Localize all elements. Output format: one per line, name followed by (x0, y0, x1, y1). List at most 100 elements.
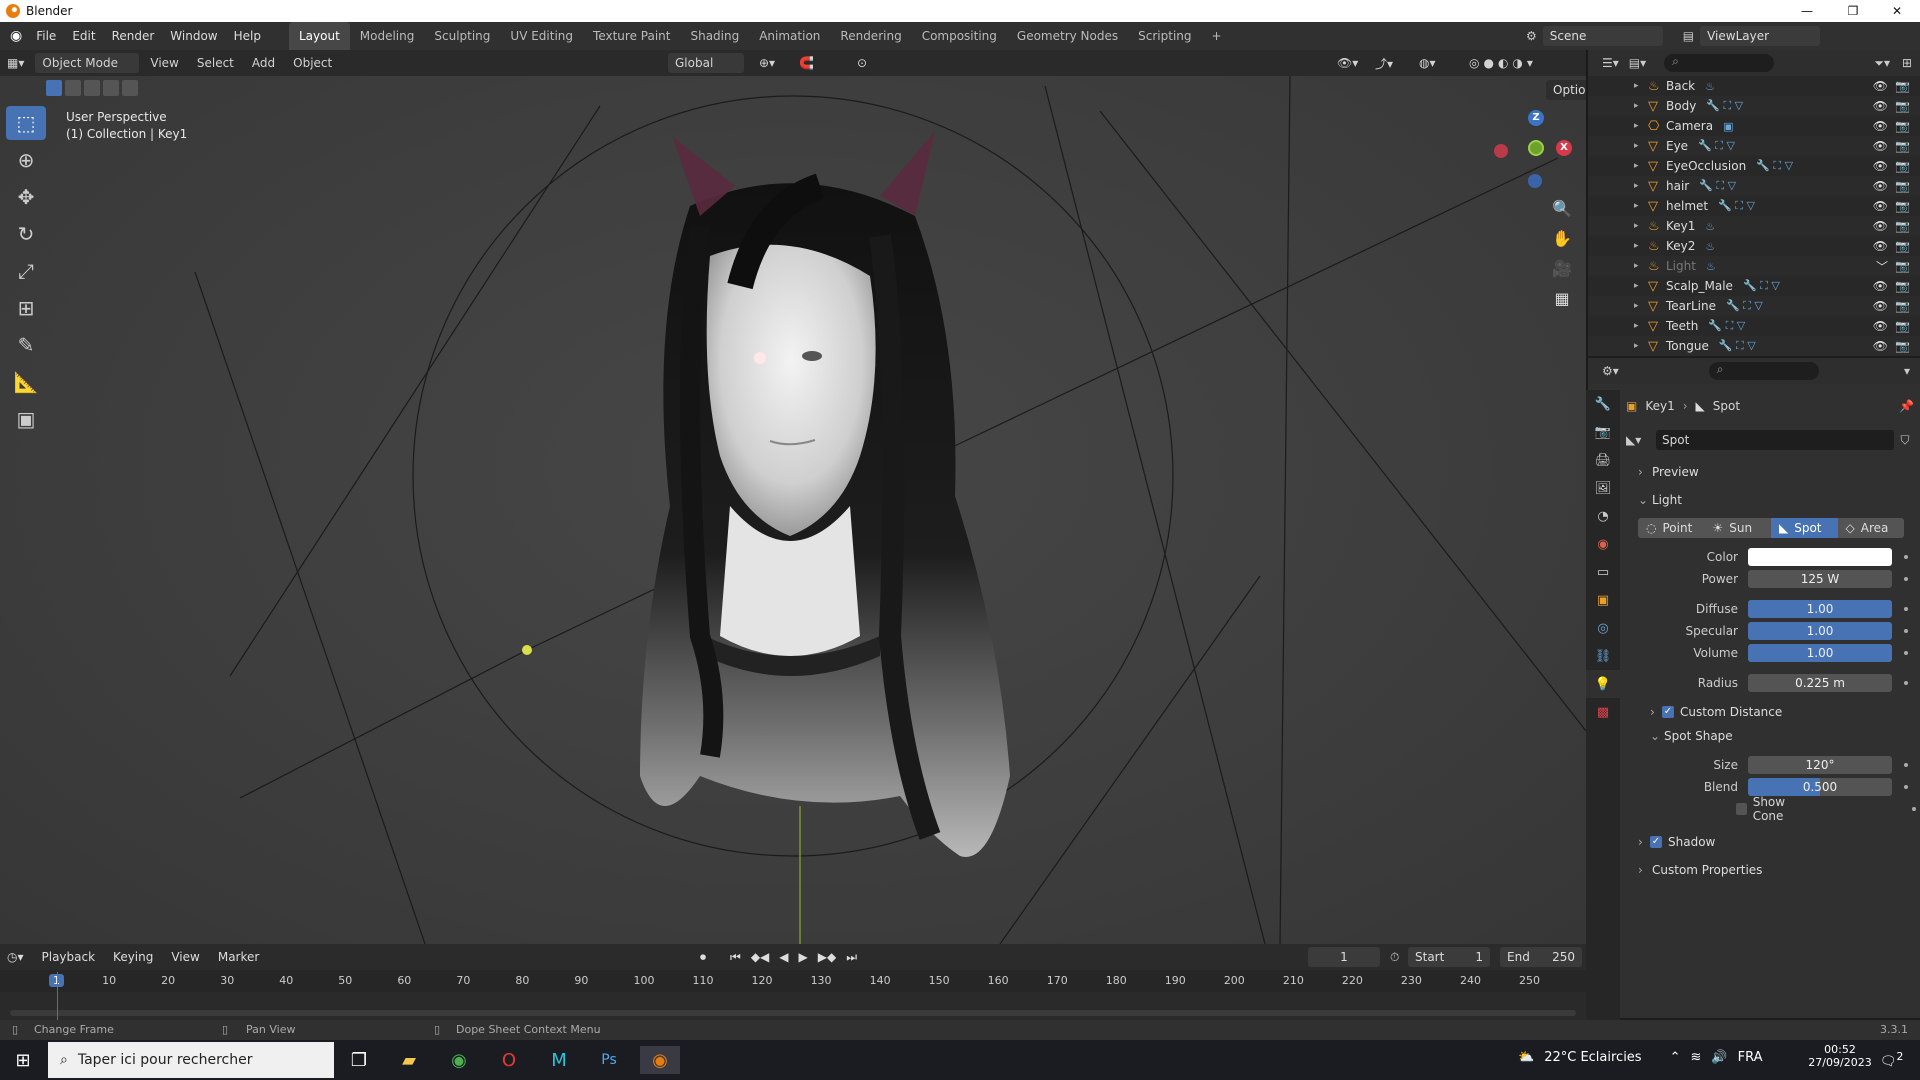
viewlayer-selector[interactable]: ViewLayer (1700, 26, 1821, 46)
tab-geometry-nodes[interactable]: Geometry Nodes (1007, 22, 1128, 50)
blend-slider[interactable]: 0.500 (1748, 778, 1892, 796)
gizmo-y-axis[interactable] (1528, 140, 1544, 156)
show-cone-checkbox[interactable] (1735, 803, 1747, 815)
menu-window[interactable]: Window (162, 22, 225, 50)
disable-render-icon[interactable]: 📷 (1895, 219, 1910, 233)
select-new-icon[interactable] (46, 80, 62, 96)
current-frame-field[interactable]: 1 (1308, 947, 1380, 967)
menu-help[interactable]: Help (226, 22, 269, 50)
outliner-item-key2[interactable]: ▸ ♨ Key2 ♨ 👁 📷 (1588, 236, 1920, 256)
transform-orientation[interactable]: Global (668, 53, 744, 73)
disable-render-icon[interactable]: 📷 (1895, 199, 1910, 213)
specular-field[interactable]: 1.00 (1748, 622, 1892, 640)
keyframe-dot-icon[interactable] (1912, 807, 1917, 811)
keyframe-dot-icon[interactable] (1904, 629, 1908, 633)
cursor-tool-icon[interactable]: ⊕ (6, 143, 46, 177)
output-tab-icon[interactable]: 🖨 (1586, 446, 1620, 474)
expand-arrow-icon[interactable]: ▸ (1634, 281, 1648, 291)
light-panel-header[interactable]: ⌄ Light (1626, 488, 1916, 512)
outliner-item-light[interactable]: ▸ ♨ Light ♨ ﹀ 📷 (1588, 256, 1920, 276)
menu-select[interactable]: Select (190, 53, 241, 73)
tab-rendering[interactable]: Rendering (830, 22, 911, 50)
disable-render-icon[interactable]: 📷 (1895, 139, 1910, 153)
play-reverse-icon[interactable]: ◀ (779, 950, 788, 965)
light-type-area[interactable]: ◇ Area (1837, 518, 1904, 538)
language-indicator[interactable]: FRA (1738, 1050, 1763, 1065)
scene-tab-icon[interactable]: ◔ (1586, 502, 1620, 530)
chrome-icon[interactable]: ◉ (444, 1046, 474, 1074)
tab-uv-editing[interactable]: UV Editing (500, 22, 583, 50)
filter-icon[interactable]: ⏷▾ (1874, 56, 1890, 71)
outliner-display-mode-icon[interactable]: ▤▾ (1629, 56, 1646, 70)
properties-search-input[interactable]: ⌕ (1708, 362, 1819, 380)
keyframe-dot-icon[interactable] (1904, 555, 1908, 559)
file-explorer-icon[interactable]: ▰ (394, 1046, 424, 1074)
expand-arrow-icon[interactable]: ▸ (1634, 181, 1648, 191)
hide-in-viewport-icon[interactable]: 👁 (1873, 79, 1888, 93)
pin-icon[interactable]: 📌 (1899, 399, 1914, 413)
hide-in-viewport-icon[interactable]: 👁 (1873, 319, 1888, 333)
tab-layout[interactable]: Layout (288, 22, 350, 50)
hide-in-viewport-icon[interactable]: 👁 (1873, 159, 1888, 173)
light-type-spot[interactable]: ◣ Spot (1771, 518, 1838, 538)
expand-arrow-icon[interactable]: ▸ (1634, 81, 1648, 91)
disable-render-icon[interactable]: 📷 (1895, 319, 1910, 333)
keyframe-dot-icon[interactable] (1904, 607, 1908, 611)
keyframe-dot-icon[interactable] (1904, 681, 1908, 685)
datablock-type-icon[interactable]: ◣▾ (1626, 433, 1656, 447)
expand-arrow-icon[interactable]: ▸ (1634, 121, 1648, 131)
color-swatch[interactable] (1748, 548, 1892, 566)
expand-arrow-icon[interactable]: ▸ (1634, 161, 1648, 171)
hide-in-viewport-icon[interactable]: 👁 (1873, 219, 1888, 233)
photoshop-icon[interactable]: Ps (594, 1046, 624, 1074)
menu-timeline-view[interactable]: View (164, 947, 206, 967)
jump-keyframe-back-icon[interactable]: ◆◀ (751, 950, 769, 965)
pivot-icon[interactable]: ⊕▾ (752, 53, 782, 73)
snap-icon[interactable]: 🧲 (792, 53, 821, 73)
world-tab-icon[interactable]: ◉ (1586, 530, 1620, 558)
tab-modeling[interactable]: Modeling (350, 22, 425, 50)
keyframe-dot-icon[interactable] (1904, 577, 1908, 581)
transform-tool-icon[interactable]: ⊞ (6, 291, 46, 325)
menu-view[interactable]: View (143, 53, 185, 73)
rotate-tool-icon[interactable]: ↻ (6, 217, 46, 251)
tab-texture-paint[interactable]: Texture Paint (583, 22, 680, 50)
disable-render-icon[interactable]: 📷 (1895, 119, 1910, 133)
menu-render[interactable]: Render (104, 22, 163, 50)
pan-hand-icon[interactable]: ✋ (1548, 224, 1576, 252)
play-icon[interactable]: ▶ (799, 950, 808, 965)
preview-panel-header[interactable]: › Preview (1626, 460, 1916, 484)
timeline-editor-icon[interactable]: ◷▾ (0, 947, 31, 967)
menu-file[interactable]: File (28, 22, 64, 50)
outliner-item-eye[interactable]: ▸ ▽ Eye 🔧 ⛶ ▽ 👁 📷 (1588, 136, 1920, 156)
outliner-item-camera[interactable]: ▸ ⎔ Camera ▣ 👁 📷 (1588, 116, 1920, 136)
light-type-point[interactable]: ◌ Point (1638, 518, 1705, 538)
windows-start-icon[interactable]: ⊞ (8, 1046, 38, 1074)
ortho-grid-icon[interactable]: ▦ (1548, 284, 1576, 312)
spot-size-field[interactable]: 120° (1748, 756, 1892, 774)
hide-in-viewport-icon[interactable]: 👁 (1873, 139, 1888, 153)
3d-viewport[interactable] (0, 76, 1586, 944)
tab-compositing[interactable]: Compositing (912, 22, 1007, 50)
power-field[interactable]: 125 W (1748, 570, 1892, 588)
tab-animation[interactable]: Animation (749, 22, 830, 50)
expand-arrow-icon[interactable]: ▸ (1634, 141, 1648, 151)
disable-render-icon[interactable]: 📷 (1895, 279, 1910, 293)
measure-tool-icon[interactable]: 📐 (6, 365, 46, 399)
outliner-search-input[interactable]: ⌕ (1664, 54, 1775, 72)
hide-in-viewport-icon[interactable]: 👁 (1873, 119, 1888, 133)
frame-ruler[interactable]: 1102030405060708090100110120130140150160… (0, 970, 1586, 992)
maya-icon[interactable]: M (544, 1046, 574, 1074)
light-type-sun[interactable]: ☀ Sun (1704, 518, 1771, 538)
opera-icon[interactable]: O (494, 1046, 524, 1074)
menu-add[interactable]: Add (245, 53, 282, 73)
view-layer-tab-icon[interactable]: 🖼 (1586, 474, 1620, 502)
notifications-icon[interactable]: 🗨2 (1880, 1050, 1903, 1069)
properties-editor-icon[interactable]: ⚙▾ (1602, 364, 1619, 378)
hide-in-viewport-icon[interactable]: 👁 (1873, 299, 1888, 313)
navigation-gizmo[interactable]: Z X (1490, 108, 1572, 198)
hide-in-viewport-icon[interactable]: ﹀ (1876, 258, 1888, 275)
hide-in-viewport-icon[interactable]: 👁 (1873, 199, 1888, 213)
camera-view-icon[interactable]: 🎥 (1548, 254, 1576, 282)
maximize-button[interactable]: ❐ (1830, 0, 1876, 22)
